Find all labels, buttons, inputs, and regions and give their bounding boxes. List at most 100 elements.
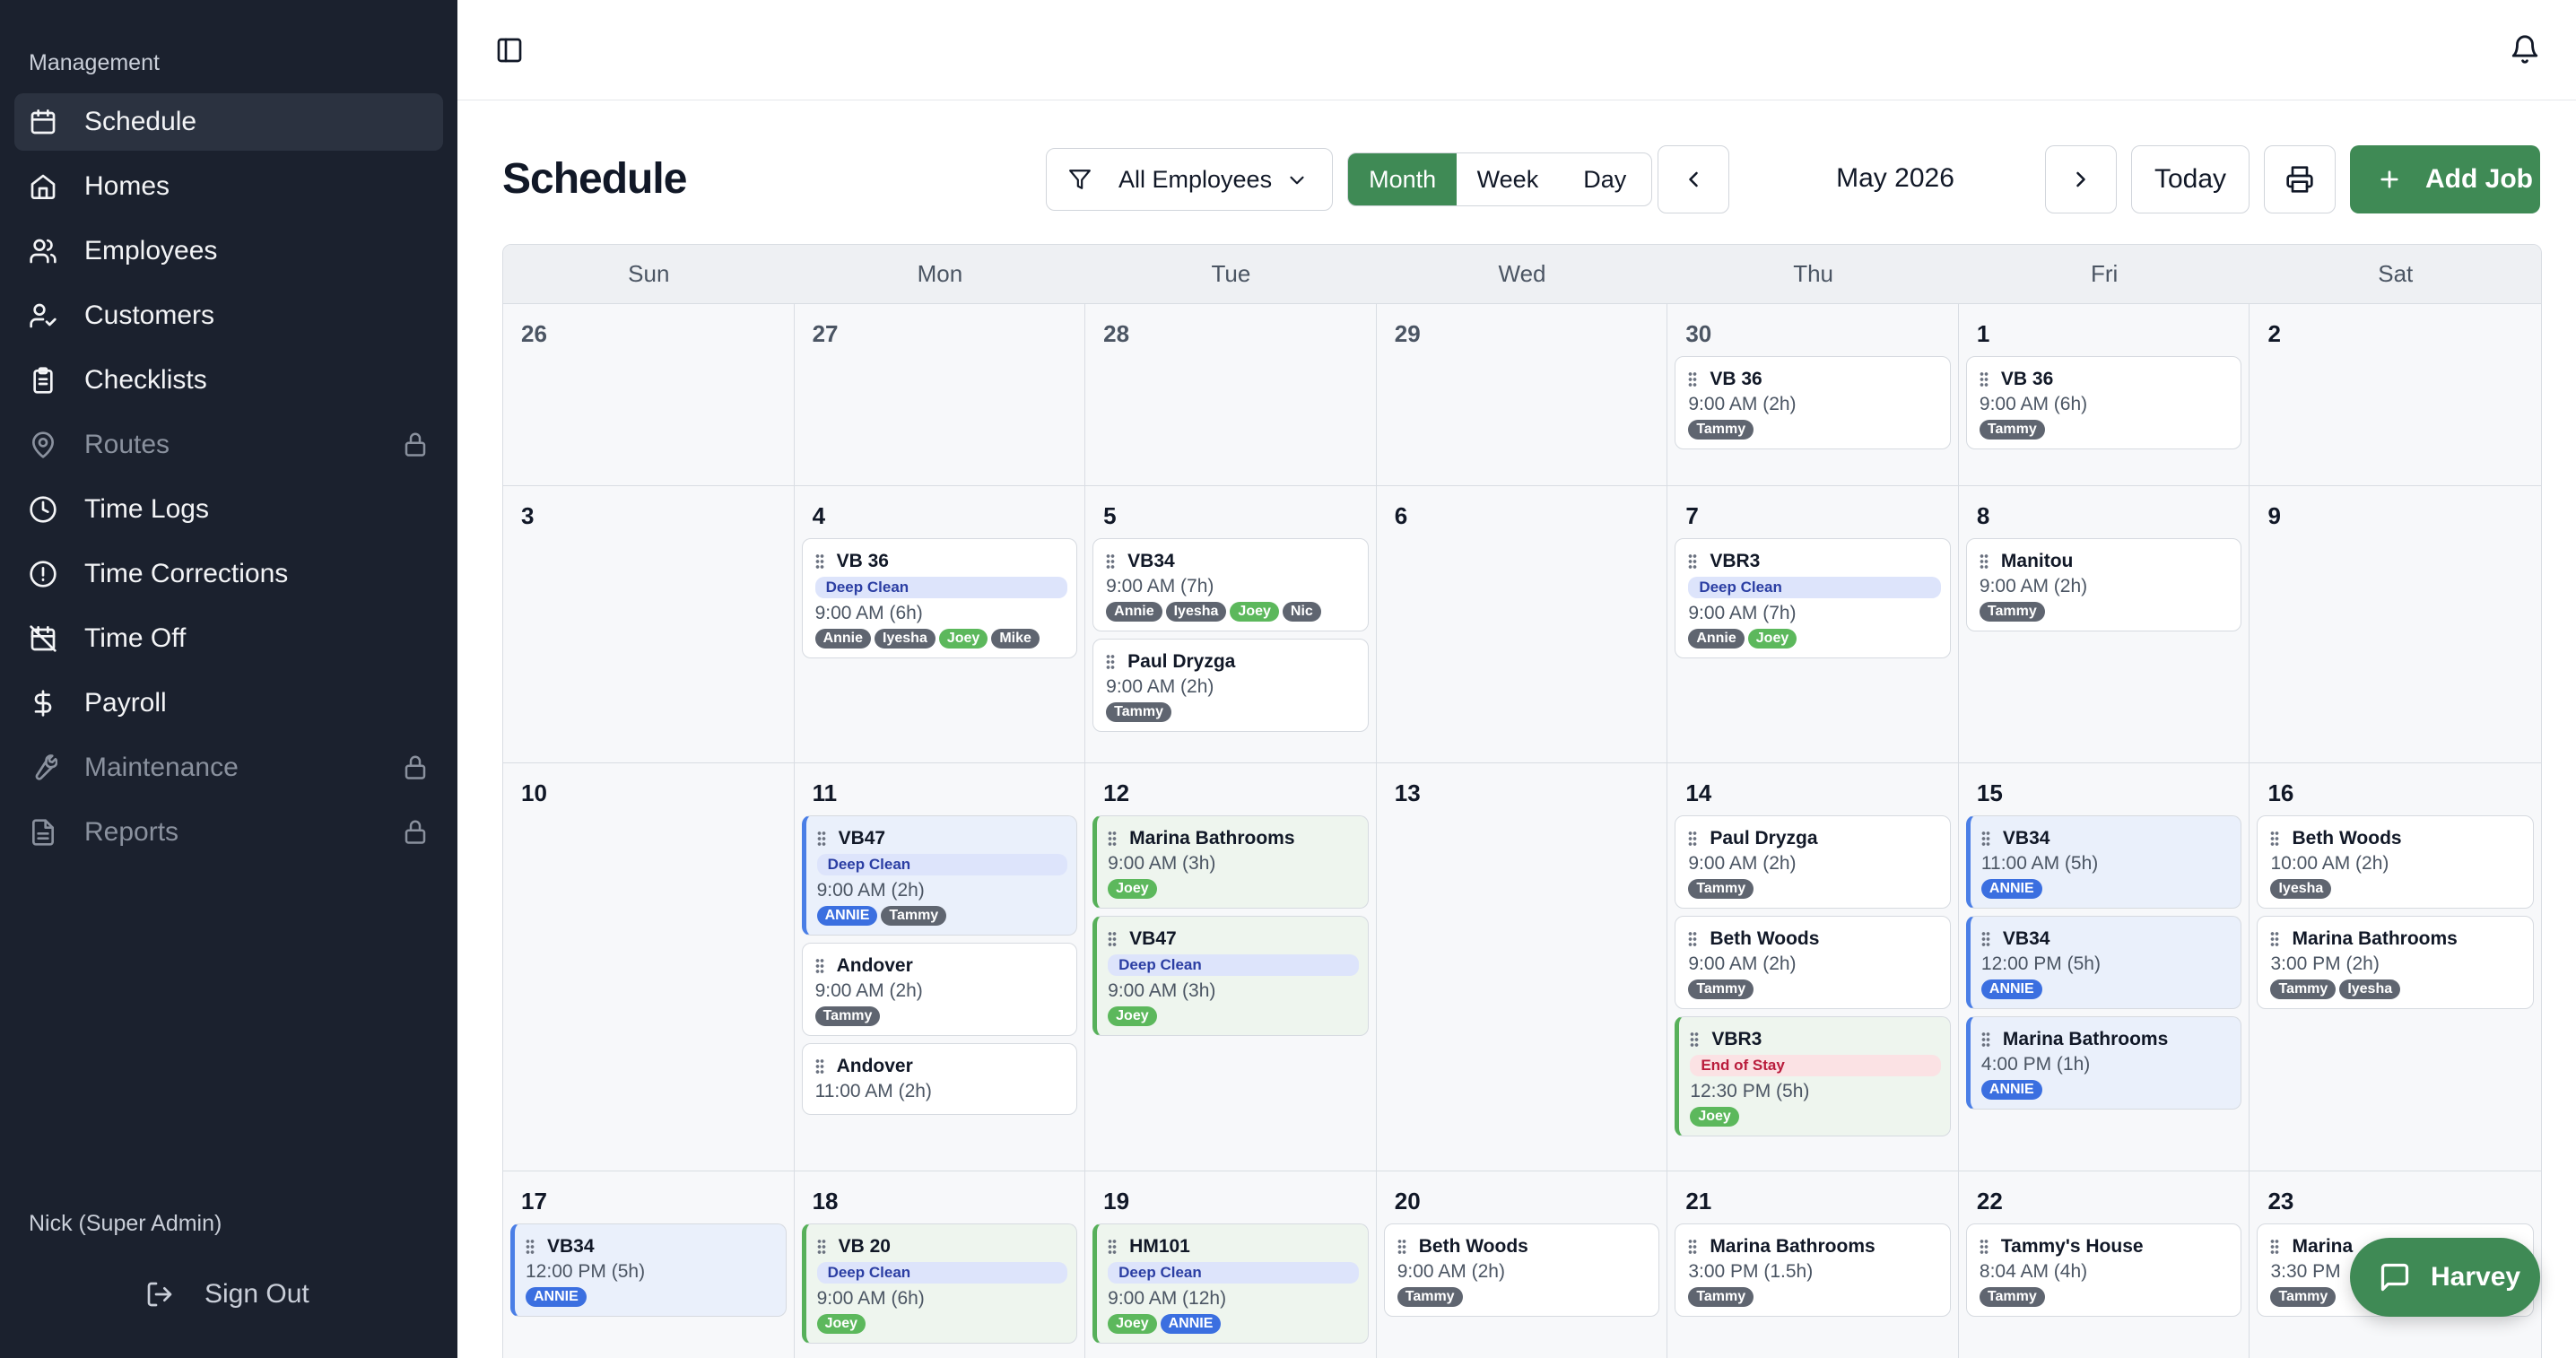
calendar-day-cell[interactable]: 22 Tammy's House 8:04 AM (4h) Tammy xyxy=(1958,1171,2250,1358)
calendar-day-cell[interactable]: 17 VB34 12:00 PM (5h) ANNIE xyxy=(503,1171,795,1358)
drag-handle-icon[interactable] xyxy=(1106,654,1116,670)
sidebar-item-time-off[interactable]: Time Off xyxy=(14,610,443,667)
job-card[interactable]: Marina Bathrooms 3:00 PM (2h) Tammy Iyesha xyxy=(2257,916,2535,1009)
job-card[interactable]: VB34 12:00 PM (5h) ANNIE xyxy=(1965,916,2242,1009)
sidebar-item-time-logs[interactable]: Time Logs xyxy=(14,481,443,538)
sidebar-item-payroll[interactable]: Payroll xyxy=(14,675,443,732)
calendar-day-cell[interactable]: 8 Manitou 9:00 AM (2h) Tammy xyxy=(1958,486,2250,762)
view-week-button[interactable]: Week xyxy=(1457,153,1558,205)
job-card[interactable]: VBR3 End of Stay 12:30 PM (5h) Joey xyxy=(1675,1016,1951,1136)
calendar-day-cell[interactable]: 15 VB34 11:00 AM (5h) ANNIE VB34 12:00 PM (5h… xyxy=(1958,763,2250,1171)
job-card[interactable]: Marina Bathrooms 4:00 PM (1h) ANNIE xyxy=(1965,1016,2242,1110)
view-day-button[interactable]: Day xyxy=(1559,153,1651,205)
drag-handle-icon[interactable] xyxy=(814,958,824,974)
drag-handle-icon[interactable] xyxy=(1980,831,1990,847)
drag-handle-icon[interactable] xyxy=(2270,931,2280,947)
drag-handle-icon[interactable] xyxy=(1979,553,1989,570)
calendar-day-cell[interactable]: 2 xyxy=(2250,304,2541,485)
drag-handle-icon[interactable] xyxy=(816,831,826,847)
sidebar-item-reports[interactable]: Reports xyxy=(14,804,443,861)
drag-handle-icon[interactable] xyxy=(1688,371,1698,387)
sidebar-toggle-icon[interactable] xyxy=(495,36,524,65)
sign-out-button[interactable]: Sign Out xyxy=(145,1279,309,1310)
job-card[interactable]: Beth Woods 9:00 AM (2h) Tammy xyxy=(1383,1223,1660,1317)
job-card[interactable]: VB47 Deep Clean 9:00 AM (3h) Joey xyxy=(1092,916,1369,1036)
employee-filter-select[interactable]: All Employees xyxy=(1046,148,1333,211)
calendar-day-cell[interactable]: 18 VB 20 Deep Clean 9:00 AM (6h) Joey xyxy=(794,1171,1086,1358)
drag-handle-icon[interactable] xyxy=(1980,1032,1990,1048)
bell-icon[interactable] xyxy=(2510,34,2540,65)
print-button[interactable] xyxy=(2264,145,2336,213)
sidebar-item-routes[interactable]: Routes xyxy=(14,416,443,474)
job-card[interactable]: VB34 9:00 AM (7h) Annie Iyesha Joey Nic xyxy=(1092,538,1369,631)
job-card[interactable]: Beth Woods 9:00 AM (2h) Tammy xyxy=(1675,916,1951,1009)
job-card[interactable]: Beth Woods 10:00 AM (2h) Iyesha xyxy=(2257,815,2535,909)
job-card[interactable]: VBR3 Deep Clean 9:00 AM (7h) Annie Joey xyxy=(1675,538,1951,658)
calendar-day-cell[interactable]: 21 Marina Bathrooms 3:00 PM (1.5h) Tammy xyxy=(1667,1171,1959,1358)
job-card[interactable]: VB47 Deep Clean 9:00 AM (2h) ANNIE Tammy xyxy=(801,815,1078,936)
calendar-day-cell[interactable]: 14 Paul Dryzga 9:00 AM (2h) Tammy Beth Woods… xyxy=(1667,763,1959,1171)
drag-handle-icon[interactable] xyxy=(1979,371,1989,387)
next-month-button[interactable] xyxy=(2045,145,2117,213)
drag-handle-icon[interactable] xyxy=(814,1058,824,1075)
view-month-button[interactable]: Month xyxy=(1348,153,1458,205)
job-card[interactable]: VB 36 Deep Clean 9:00 AM (6h) Annie Iyesha Jo… xyxy=(801,538,1078,658)
calendar-day-cell[interactable]: 30 VB 36 9:00 AM (2h) Tammy xyxy=(1667,304,1959,485)
calendar-day-cell[interactable]: 4 VB 36 Deep Clean 9:00 AM (6h) Annie Iyesha J… xyxy=(794,486,1086,762)
sidebar-item-homes[interactable]: Homes xyxy=(14,158,443,215)
sidebar-item-schedule[interactable]: Schedule xyxy=(14,93,443,151)
job-card[interactable]: Manitou 9:00 AM (2h) Tammy xyxy=(1965,538,2242,631)
sidebar-item-checklists[interactable]: Checklists xyxy=(14,352,443,409)
drag-handle-icon[interactable] xyxy=(1106,553,1116,570)
sidebar-item-time-corrections[interactable]: Time Corrections xyxy=(14,545,443,603)
calendar-day-cell[interactable]: 13 xyxy=(1376,763,1668,1171)
drag-handle-icon[interactable] xyxy=(1397,1239,1406,1255)
today-button[interactable]: Today xyxy=(2131,145,2250,213)
sidebar-item-maintenance[interactable]: Maintenance xyxy=(14,739,443,797)
calendar-day-cell[interactable]: 3 xyxy=(503,486,795,762)
job-card[interactable]: Marina Bathrooms 3:00 PM (1.5h) Tammy xyxy=(1675,1223,1951,1317)
drag-handle-icon[interactable] xyxy=(816,1239,826,1255)
job-card[interactable]: Andover 11:00 AM (2h) xyxy=(801,1043,1078,1115)
job-card[interactable]: VB 20 Deep Clean 9:00 AM (6h) Joey xyxy=(801,1223,1078,1344)
calendar-day-cell[interactable]: 16 Beth Woods 10:00 AM (2h) Iyesha Marina Ba… xyxy=(2250,763,2541,1171)
drag-handle-icon[interactable] xyxy=(1688,831,1698,847)
add-job-button[interactable]: Add Job xyxy=(2350,145,2540,213)
job-card[interactable]: Tammy's House 8:04 AM (4h) Tammy xyxy=(1965,1223,2242,1317)
drag-handle-icon[interactable] xyxy=(2270,1239,2280,1255)
calendar-day-cell[interactable]: 27 xyxy=(794,304,1086,485)
calendar-day-cell[interactable]: 6 xyxy=(1376,486,1668,762)
drag-handle-icon[interactable] xyxy=(526,1239,535,1255)
calendar-day-cell[interactable]: 20 Beth Woods 9:00 AM (2h) Tammy xyxy=(1376,1171,1668,1358)
drag-handle-icon[interactable] xyxy=(1979,1239,1989,1255)
calendar-day-cell[interactable]: 28 xyxy=(1085,304,1377,485)
calendar-day-cell[interactable]: 1 VB 36 9:00 AM (6h) Tammy xyxy=(1958,304,2250,485)
drag-handle-icon[interactable] xyxy=(1108,931,1118,947)
drag-handle-icon[interactable] xyxy=(1688,553,1698,570)
calendar-day-cell[interactable]: 11 VB47 Deep Clean 9:00 AM (2h) ANNIE Tammy An… xyxy=(794,763,1086,1171)
calendar-day-cell[interactable]: 29 xyxy=(1376,304,1668,485)
calendar-day-cell[interactable]: 12 Marina Bathrooms 9:00 AM (3h) Joey VB47 De… xyxy=(1085,763,1377,1171)
calendar-day-cell[interactable]: 19 HM101 Deep Clean 9:00 AM (12h) Joey ANNIE xyxy=(1085,1171,1377,1358)
drag-handle-icon[interactable] xyxy=(2270,831,2280,847)
drag-handle-icon[interactable] xyxy=(1108,1239,1118,1255)
calendar-day-cell[interactable]: 7 VBR3 Deep Clean 9:00 AM (7h) Annie Joey xyxy=(1667,486,1959,762)
job-card[interactable]: VB 36 9:00 AM (6h) Tammy xyxy=(1965,356,2242,449)
harvey-assistant-button[interactable]: Harvey xyxy=(2350,1238,2540,1317)
job-card[interactable]: Marina Bathrooms 9:00 AM (3h) Joey xyxy=(1092,815,1369,909)
job-card[interactable]: VB34 11:00 AM (5h) ANNIE xyxy=(1965,815,2242,909)
calendar-day-cell[interactable]: 10 xyxy=(503,763,795,1171)
job-card[interactable]: Paul Dryzga 9:00 AM (2h) Tammy xyxy=(1675,815,1951,909)
drag-handle-icon[interactable] xyxy=(1980,931,1990,947)
drag-handle-icon[interactable] xyxy=(1688,1239,1698,1255)
job-card[interactable]: HM101 Deep Clean 9:00 AM (12h) Joey ANNIE xyxy=(1092,1223,1369,1344)
previous-month-button[interactable] xyxy=(1658,145,1729,213)
calendar-day-cell[interactable]: 5 VB34 9:00 AM (7h) Annie Iyesha Joey Nic Paul … xyxy=(1085,486,1377,762)
sidebar-item-employees[interactable]: Employees xyxy=(14,222,443,280)
job-card[interactable]: Andover 9:00 AM (2h) Tammy xyxy=(801,943,1078,1036)
calendar-day-cell[interactable]: 9 xyxy=(2250,486,2541,762)
job-card[interactable]: VB34 12:00 PM (5h) ANNIE xyxy=(510,1223,787,1317)
sidebar-item-customers[interactable]: Customers xyxy=(14,287,443,344)
job-card[interactable]: Paul Dryzga 9:00 AM (2h) Tammy xyxy=(1092,639,1369,732)
calendar-day-cell[interactable]: 26 xyxy=(503,304,795,485)
